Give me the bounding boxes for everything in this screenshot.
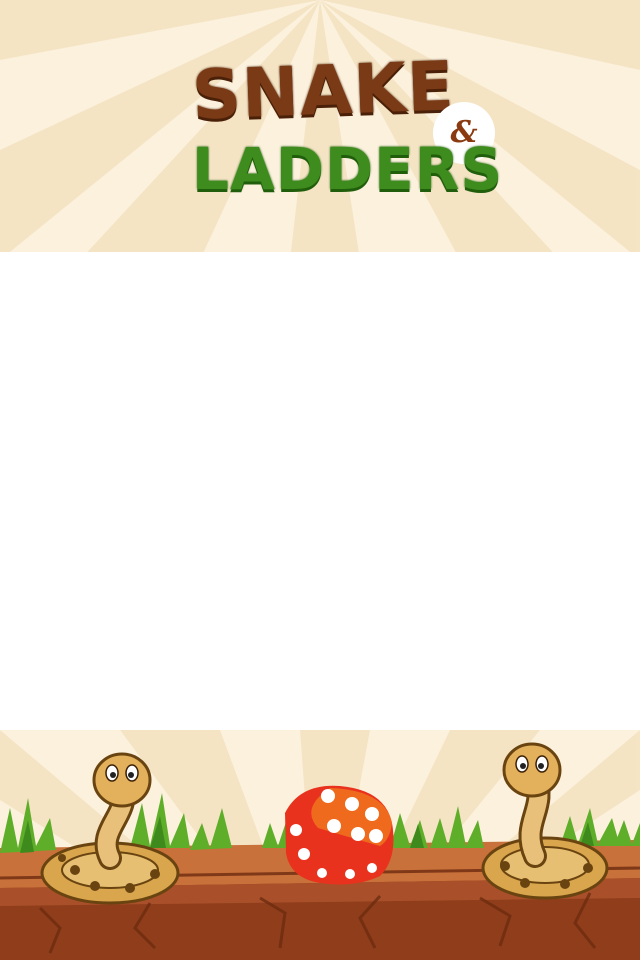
ground-scene <box>0 742 640 960</box>
title-ladders: LADDERS <box>192 135 504 203</box>
dice-icon <box>285 785 394 885</box>
title-snake: SNAKE <box>190 47 456 136</box>
game-logo: SNAKE & LADDERS <box>0 40 640 260</box>
game-board-area <box>0 252 640 730</box>
